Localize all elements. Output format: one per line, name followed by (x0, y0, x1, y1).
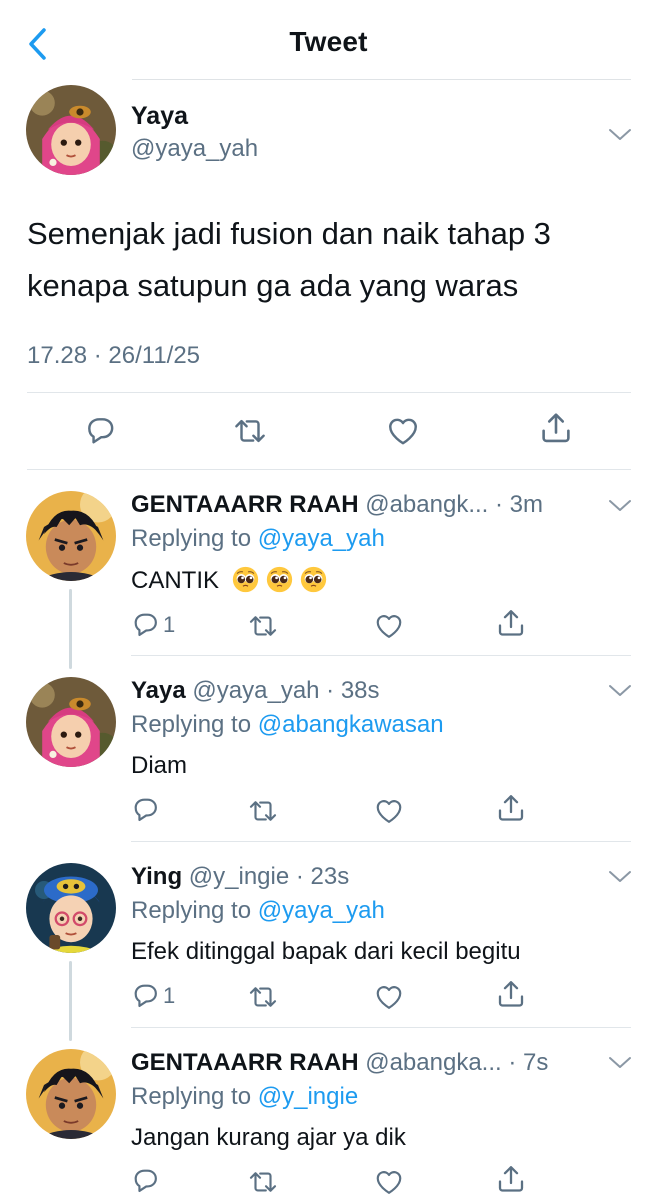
reply-text: Efek ditinggal bapak dari kecil begitu (131, 938, 521, 965)
divider (131, 1027, 631, 1028)
chevron-down-icon (609, 500, 631, 511)
reply-button[interactable]: 1 (131, 981, 175, 1011)
reply-author-name[interactable]: GENTAAARR RAAH (131, 1049, 359, 1076)
avatar[interactable] (26, 1049, 116, 1139)
chevron-down-icon (609, 1057, 631, 1068)
share-button[interactable] (495, 1163, 527, 1195)
retweet-button[interactable] (247, 796, 279, 826)
reply-author-name[interactable]: GENTAAARR RAAH (131, 491, 359, 518)
like-icon (376, 615, 402, 638)
retweet-icon (249, 987, 277, 1007)
page-title: Tweet (289, 26, 368, 57)
reply-text: Diam (131, 752, 188, 779)
more-options-button[interactable] (607, 1053, 633, 1073)
reply-author-name[interactable]: Ying (131, 863, 182, 890)
like-button[interactable] (373, 796, 405, 826)
reply-count: 1 (163, 983, 176, 1008)
mention-link[interactable]: @yaya_yah (258, 525, 385, 552)
reply-icon (134, 613, 157, 637)
tweet-timestamp: 17.28 · 26/11/25 (27, 342, 201, 369)
pleading-face-emoji-icon (231, 566, 259, 593)
reply-author-name[interactable]: Yaya (131, 677, 186, 704)
replying-to-label: Replying to (131, 897, 252, 924)
reply-handle-time: @yaya_yah · 38s (192, 677, 380, 704)
retweet-icon (249, 801, 277, 821)
more-options-button[interactable] (607, 681, 633, 701)
like-button[interactable] (373, 611, 405, 641)
retweet-icon (249, 616, 277, 636)
pleading-face-emoji-icon (265, 566, 293, 593)
retweet-icon (235, 419, 265, 443)
divider (131, 655, 631, 656)
share-button[interactable] (495, 792, 527, 824)
divider (131, 841, 631, 842)
like-button[interactable] (385, 414, 421, 448)
header-divider (132, 79, 631, 80)
retweet-button[interactable] (247, 611, 279, 641)
share-icon (498, 981, 524, 1007)
reply-text: CANTIK (131, 566, 334, 595)
avatar[interactable] (26, 863, 116, 953)
reply-button[interactable] (131, 1166, 163, 1196)
reply-handle-time: @abangk... · 3m (365, 491, 543, 518)
like-icon (376, 986, 402, 1009)
replying-to: Replying to @yaya_yah (131, 897, 385, 925)
thread-connector (69, 961, 72, 1041)
share-icon (498, 1166, 524, 1192)
replying-to-label: Replying to (131, 1083, 252, 1110)
avatar[interactable] (26, 85, 116, 175)
reply-button[interactable] (131, 795, 163, 825)
chevron-down-icon (609, 129, 631, 140)
reply-count: 1 (163, 612, 176, 637)
divider (27, 392, 631, 393)
like-icon (376, 800, 402, 823)
tweet-text: Semenjak jadi fusion dan naik tahap 3 ke… (27, 216, 551, 303)
reply-text-content: CANTIK (131, 567, 220, 594)
author-name[interactable]: Yaya (131, 102, 188, 131)
mention-link[interactable]: @y_ingie (258, 1083, 358, 1110)
retweet-button[interactable] (232, 414, 268, 448)
chevron-down-icon (609, 871, 631, 882)
reply-icon (134, 984, 157, 1008)
share-icon (498, 610, 524, 636)
share-icon (498, 795, 524, 821)
like-button[interactable] (373, 982, 405, 1012)
share-icon (542, 413, 570, 443)
thread-connector (69, 589, 72, 669)
replying-to-label: Replying to (131, 525, 252, 552)
replying-to: Replying to @abangkawasan (131, 711, 444, 739)
mention-link[interactable]: @abangkawasan (258, 711, 444, 738)
reply-handle-time: @abangka... · 7s (365, 1049, 549, 1076)
reply-icon (88, 418, 114, 444)
replying-to-label: Replying to (131, 711, 252, 738)
avatar[interactable] (26, 491, 116, 581)
share-button[interactable] (495, 607, 527, 639)
retweet-button[interactable] (247, 982, 279, 1012)
like-icon (376, 1171, 402, 1194)
more-options-button[interactable] (607, 496, 633, 516)
chevron-down-icon (609, 685, 631, 696)
like-button[interactable] (373, 1167, 405, 1197)
retweet-button[interactable] (247, 1167, 279, 1197)
avatar[interactable] (26, 677, 116, 767)
reply-button[interactable]: 1 (131, 610, 175, 640)
reply-button[interactable] (84, 414, 118, 448)
like-icon (389, 418, 417, 445)
reply-text: Jangan kurang ajar ya dik (131, 1124, 406, 1151)
share-button[interactable] (495, 978, 527, 1010)
reply-handle-time: @y_ingie · 23s (188, 863, 350, 890)
replying-to: Replying to @y_ingie (131, 1083, 358, 1111)
pleading-face-emoji-icon (299, 566, 327, 593)
share-button[interactable] (538, 410, 574, 446)
more-options-button[interactable] (607, 125, 633, 145)
divider (27, 469, 631, 470)
reply-icon (134, 798, 157, 822)
replying-to: Replying to @yaya_yah (131, 525, 385, 553)
retweet-icon (249, 1172, 277, 1192)
mention-link[interactable]: @yaya_yah (258, 897, 385, 924)
author-handle[interactable]: @yaya_yah (131, 135, 258, 163)
reply-icon (134, 1169, 157, 1193)
more-options-button[interactable] (607, 867, 633, 887)
